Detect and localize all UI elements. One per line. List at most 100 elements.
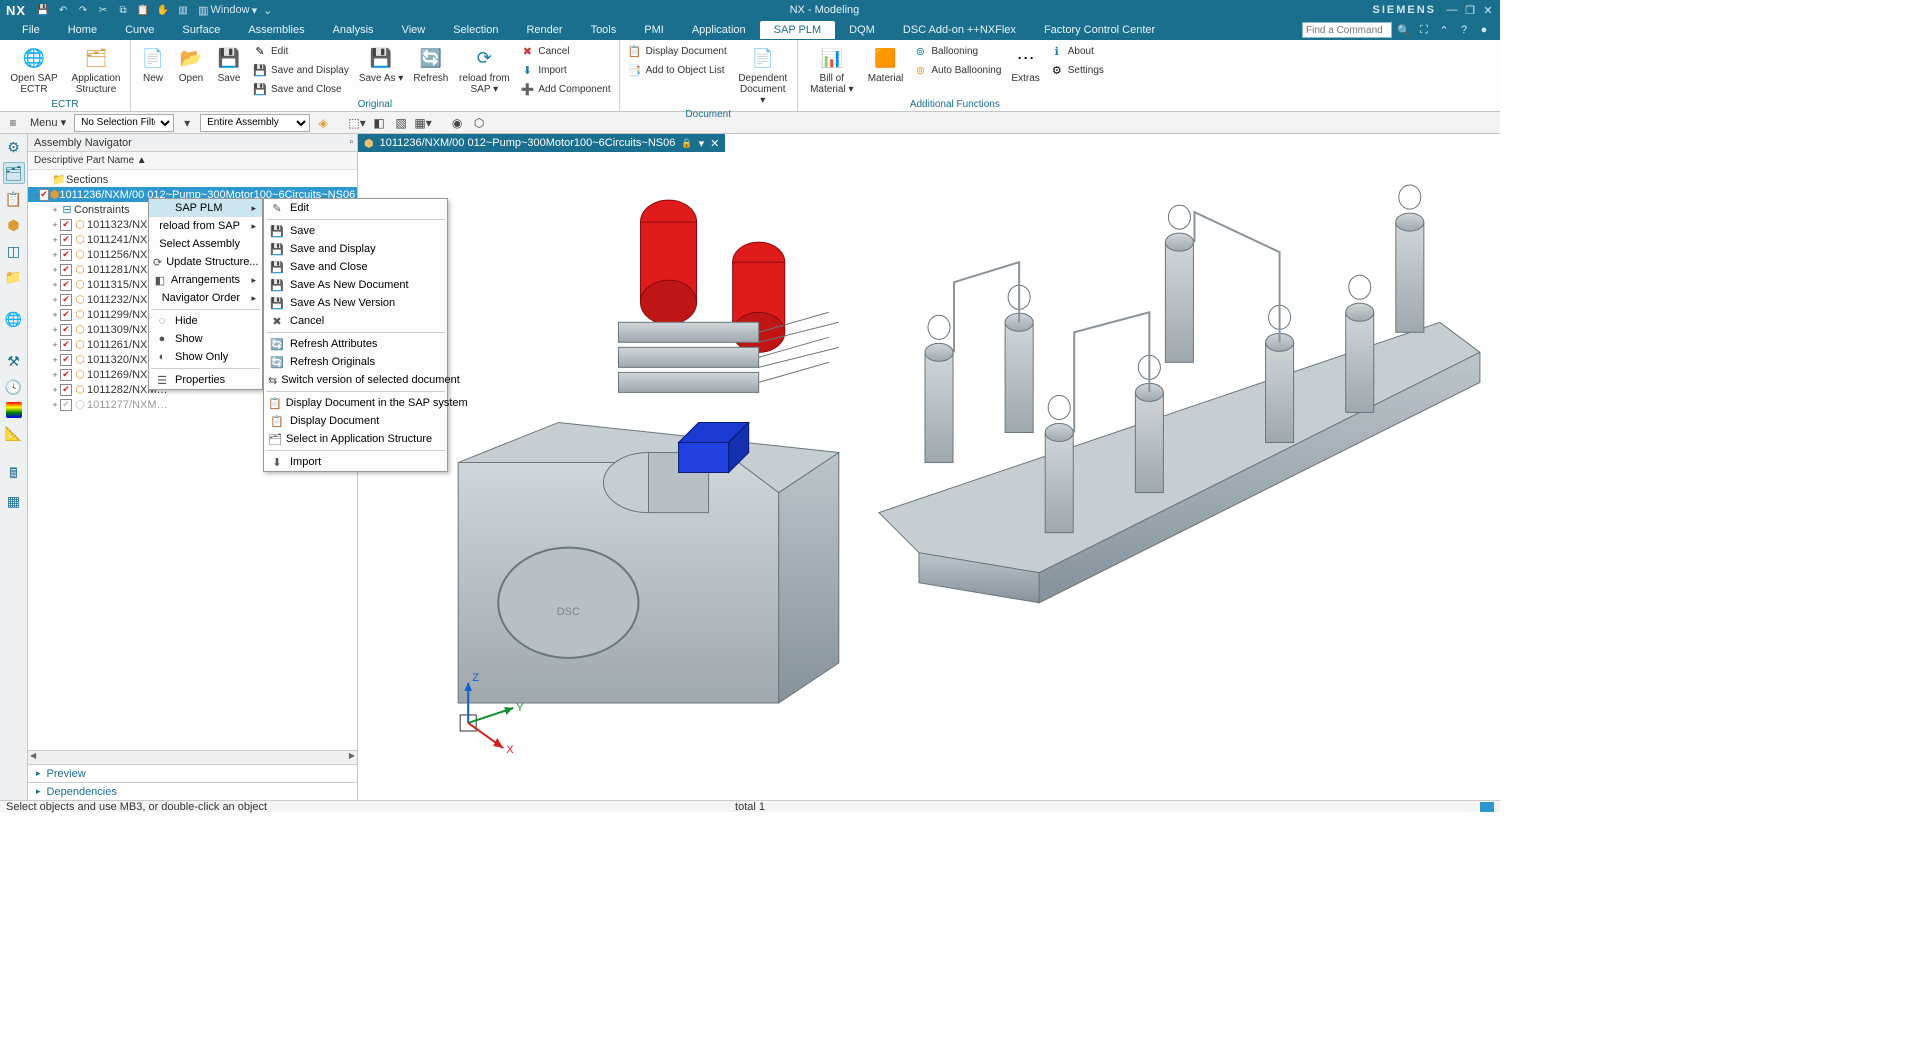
menu-item[interactable]: ●Show bbox=[149, 330, 262, 348]
selection-scope[interactable]: Entire Assembly bbox=[200, 114, 310, 132]
vt-machine-icon[interactable]: ⚒ bbox=[3, 350, 25, 372]
menu-view[interactable]: View bbox=[388, 21, 440, 39]
menu-item[interactable]: ✖Cancel bbox=[264, 312, 447, 330]
vt-constraint-icon[interactable]: ⬢ bbox=[3, 214, 25, 236]
command-search-input[interactable] bbox=[1302, 22, 1392, 38]
help-icon[interactable]: ? bbox=[1456, 22, 1472, 38]
qat-touch-icon[interactable]: ✋ bbox=[154, 2, 172, 18]
menu-selection[interactable]: Selection bbox=[439, 21, 512, 39]
vt-color-icon[interactable] bbox=[6, 402, 22, 418]
extras-button[interactable]: ⋯Extras bbox=[1007, 42, 1043, 86]
menu-dropdown[interactable]: Menu ▾ bbox=[26, 116, 70, 129]
qat-layout-icon[interactable]: ▥ bbox=[174, 2, 192, 18]
auto-balloon-button[interactable]: ⊚Auto Ballooning bbox=[909, 61, 1005, 79]
add-objlist-button[interactable]: 📑Add to Object List bbox=[624, 61, 731, 79]
save-as-button[interactable]: 💾Save As ▾ bbox=[355, 42, 408, 86]
sel-tool-3-icon[interactable]: ◧ bbox=[370, 114, 388, 132]
menu-item[interactable]: ◌Hide bbox=[149, 312, 262, 330]
menu-item[interactable]: 📋Display Document in the SAP system bbox=[264, 394, 447, 412]
checkbox-icon[interactable]: ✔ bbox=[39, 189, 49, 201]
sel-tool-2-icon[interactable]: ⬚▾ bbox=[348, 114, 366, 132]
menu-application[interactable]: Application bbox=[678, 21, 760, 39]
add-component-button[interactable]: ➕Add Component bbox=[516, 80, 614, 98]
import-button[interactable]: ⬇Import bbox=[516, 61, 614, 79]
app-structure-button[interactable]: 🗂Application Structure bbox=[66, 42, 126, 97]
checkbox-icon[interactable]: ✔ bbox=[60, 294, 72, 306]
navigator-column-header[interactable]: Descriptive Part Name ▲ bbox=[28, 152, 357, 170]
menu-item[interactable]: reload from SAP bbox=[149, 217, 262, 235]
vt-history-icon[interactable]: 🕓 bbox=[3, 376, 25, 398]
help-chevron-icon[interactable]: ⌃ bbox=[1436, 22, 1452, 38]
checkbox-icon[interactable]: ✔ bbox=[60, 369, 72, 381]
menu-lines-icon[interactable]: ≡ bbox=[4, 114, 22, 132]
menu-pmi[interactable]: PMI bbox=[630, 21, 678, 39]
menu-item[interactable]: ◧Arrangements bbox=[149, 271, 262, 289]
menu-item[interactable]: ✎Edit bbox=[264, 199, 447, 217]
menu-factory-cc[interactable]: Factory Control Center bbox=[1030, 21, 1169, 39]
menu-item[interactable]: ⬇Import bbox=[264, 453, 447, 471]
menu-home[interactable]: Home bbox=[54, 21, 111, 39]
globe-icon[interactable]: ● bbox=[1476, 22, 1492, 38]
vt-assembly-nav-icon[interactable]: 🗂 bbox=[3, 162, 25, 184]
vt-cube-icon[interactable]: ◫ bbox=[3, 240, 25, 262]
tree-sections[interactable]: 📁Sections bbox=[28, 172, 357, 187]
menu-item[interactable]: ⟳Update Structure... bbox=[149, 253, 262, 271]
menu-item[interactable]: ◐Show Only bbox=[149, 348, 262, 366]
menu-surface[interactable]: Surface bbox=[168, 21, 234, 39]
sel-tool-1-icon[interactable]: ◈ bbox=[314, 114, 332, 132]
checkbox-icon[interactable]: ✔ bbox=[60, 234, 72, 246]
qat-redo-icon[interactable]: ↷ bbox=[74, 2, 92, 18]
window-menu[interactable]: ▥Window▾⌄ bbox=[194, 4, 276, 17]
panel-options-icon[interactable]: ▫ bbox=[349, 137, 353, 148]
sel-tool-5-icon[interactable]: ▦▾ bbox=[414, 114, 432, 132]
menu-file[interactable]: File bbox=[8, 21, 54, 39]
checkbox-icon[interactable]: ✔ bbox=[60, 309, 72, 321]
selection-filter[interactable]: No Selection Filter bbox=[74, 114, 174, 132]
menu-curve[interactable]: Curve bbox=[111, 21, 168, 39]
menu-item[interactable]: ☰Properties bbox=[149, 371, 262, 389]
sel-tool-6-icon[interactable]: ◉ bbox=[448, 114, 466, 132]
open-button[interactable]: 📂Open bbox=[173, 42, 209, 86]
horizontal-scrollbar[interactable] bbox=[28, 750, 357, 764]
menu-item[interactable]: 🗂Select in Application Structure bbox=[264, 430, 447, 448]
checkbox-icon[interactable]: ✔ bbox=[60, 279, 72, 291]
vt-measure-icon[interactable]: 📐 bbox=[3, 422, 25, 444]
menu-analysis[interactable]: Analysis bbox=[319, 21, 388, 39]
sel-tool-4-icon[interactable]: ▧ bbox=[392, 114, 410, 132]
qat-paste-icon[interactable]: 📋 bbox=[134, 2, 152, 18]
checkbox-icon[interactable]: ✔ bbox=[60, 324, 72, 336]
close-tab-icon[interactable]: ✕ bbox=[710, 137, 719, 150]
menu-item[interactable]: ⇆Switch version of selected document bbox=[264, 371, 447, 389]
vt-globe-icon[interactable]: 🌐 bbox=[3, 308, 25, 330]
menu-item[interactable]: SAP PLM bbox=[149, 199, 262, 217]
display-doc-button[interactable]: 📋Display Document bbox=[624, 42, 731, 60]
menu-item[interactable]: 💾Save bbox=[264, 222, 447, 240]
edit-button[interactable]: ✎Edit bbox=[249, 42, 353, 60]
qat-save-icon[interactable]: 💾 bbox=[34, 2, 52, 18]
settings-button[interactable]: ⚙Settings bbox=[1046, 61, 1108, 79]
checkbox-icon[interactable]: ✔ bbox=[60, 249, 72, 261]
vt-calc-icon[interactable]: 🖩 bbox=[3, 464, 25, 486]
menu-item[interactable]: 💾Save and Display bbox=[264, 240, 447, 258]
menu-item[interactable]: Select Assembly bbox=[149, 235, 262, 253]
bom-button[interactable]: 📊Bill of Material ▾ bbox=[802, 42, 862, 97]
menu-item[interactable]: 📋Display Document bbox=[264, 412, 447, 430]
document-tab[interactable]: ⬢ 1011236/NXM/00 012~Pump~300Motor100~6C… bbox=[358, 134, 725, 152]
fullscreen-icon[interactable]: ⛶ bbox=[1416, 22, 1432, 38]
vt-gear-icon[interactable]: ⚙ bbox=[3, 136, 25, 158]
menu-tools[interactable]: Tools bbox=[577, 21, 631, 39]
dependencies-section[interactable]: ▸Dependencies bbox=[28, 782, 357, 800]
dependent-doc-button[interactable]: 📄Dependent Document ▾ bbox=[733, 42, 793, 108]
checkbox-icon[interactable]: ✔ bbox=[60, 354, 72, 366]
menu-render[interactable]: Render bbox=[512, 21, 576, 39]
new-button[interactable]: 📄New bbox=[135, 42, 171, 86]
menu-item[interactable]: 💾Save As New Version bbox=[264, 294, 447, 312]
qat-copy-icon[interactable]: ⧉ bbox=[114, 2, 132, 18]
menu-item[interactable]: 💾Save As New Document bbox=[264, 276, 447, 294]
vt-grid-icon[interactable]: ▦ bbox=[3, 490, 25, 512]
save-display-button[interactable]: 💾Save and Display bbox=[249, 61, 353, 79]
qat-cut-icon[interactable]: ✂ bbox=[94, 2, 112, 18]
open-sap-ectr-button[interactable]: 🌐Open SAP ECTR bbox=[4, 42, 64, 97]
checkbox-icon[interactable]: ✔ bbox=[60, 264, 72, 276]
cancel-button[interactable]: ✖Cancel bbox=[516, 42, 614, 60]
